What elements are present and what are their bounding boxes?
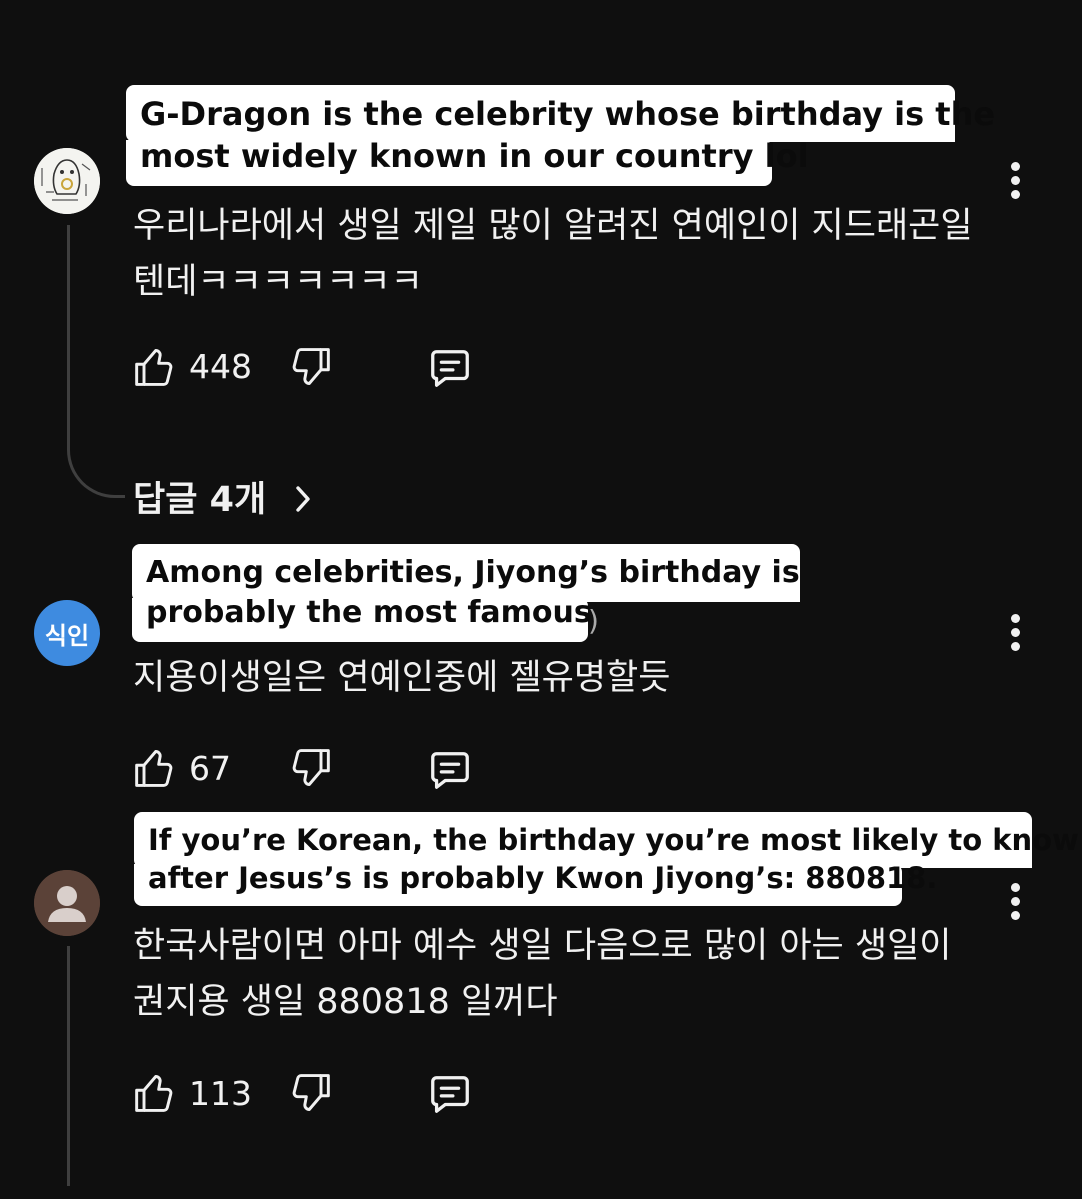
reply-icon[interactable] [426, 747, 474, 793]
more-options-icon[interactable] [1009, 883, 1021, 923]
partially-hidden-text: ) [588, 604, 599, 637]
like-icon[interactable] [133, 746, 177, 790]
thread-line [67, 946, 70, 1186]
like-count: 448 [189, 347, 252, 386]
like-icon[interactable] [133, 1071, 177, 1115]
translation-line: after Jesus’s is probably Kwon Jiyong’s:… [148, 861, 938, 895]
comment-text: 한국사람이면 아마 예수 생일 다음으로 많이 아는 생일이 권지용 생일 88… [133, 918, 951, 1030]
avatar[interactable]: 식인 [34, 600, 100, 666]
like-count: 113 [189, 1074, 252, 1113]
dislike-icon[interactable] [288, 746, 332, 790]
translation-caption: after Jesus’s is probably Kwon Jiyong’s:… [134, 864, 937, 906]
doodle-avatar-icon[interactable] [34, 148, 100, 214]
view-replies-link[interactable]: 답글 4개 [133, 478, 314, 522]
more-options-icon[interactable] [1009, 614, 1021, 654]
thread-line [67, 225, 70, 401]
translation-line: Among celebrities, Jiyong’s birthday is [146, 555, 800, 590]
translation-line: G-Dragon is the celebrity whose birthday… [140, 94, 996, 133]
like-icon[interactable] [133, 345, 177, 389]
dislike-icon[interactable] [288, 345, 332, 389]
translation-caption: G-Dragon is the celebrity whose birthday… [126, 85, 995, 142]
comment-text-line: 우리나라에서 생일 제일 많이 알려진 연예인이 지드래곤일 [133, 206, 973, 246]
default-user-icon[interactable] [34, 870, 100, 936]
more-options-icon[interactable] [1009, 162, 1021, 202]
translation-caption: probably the most famous [132, 598, 592, 642]
avatar-label: 식인 [44, 621, 90, 650]
comment-text-line: 권지용 생일 880818 일꺼다 [133, 982, 558, 1022]
translation-line: If you’re Korean, the birthday you’re mo… [148, 822, 1079, 857]
replies-label: 답글 4개 [133, 480, 267, 520]
translation-line: most widely known in our country lol [140, 137, 809, 175]
thread-connector [67, 400, 125, 498]
comment-text-line: 한국사람이면 아마 예수 생일 다음으로 많이 아는 생일이 [133, 926, 952, 966]
translation-line: probably the most famous [146, 595, 592, 630]
comment-text: 지용이생일은 연예인중에 젤유명할듯 [133, 650, 670, 706]
comment-text-line: 지용이생일은 연예인중에 젤유명할듯 [133, 658, 671, 698]
like-count: 67 [189, 749, 231, 788]
reply-icon[interactable] [426, 345, 474, 391]
translation-caption: Among celebrities, Jiyong’s birthday is [132, 544, 800, 602]
reply-icon[interactable] [426, 1071, 474, 1117]
chevron-right-icon [296, 486, 311, 512]
comment-text-line: 텐데ㅋㅋㅋㅋㅋㅋㅋ [133, 262, 423, 302]
comment-text: 우리나라에서 생일 제일 많이 알려진 연예인이 지드래곤일 텐데ㅋㅋㅋㅋㅋㅋㅋ [133, 198, 973, 310]
dislike-icon[interactable] [288, 1071, 332, 1115]
translation-caption: most widely known in our country lol [126, 140, 809, 186]
translation-caption: If you’re Korean, the birthday you’re mo… [134, 812, 1079, 868]
